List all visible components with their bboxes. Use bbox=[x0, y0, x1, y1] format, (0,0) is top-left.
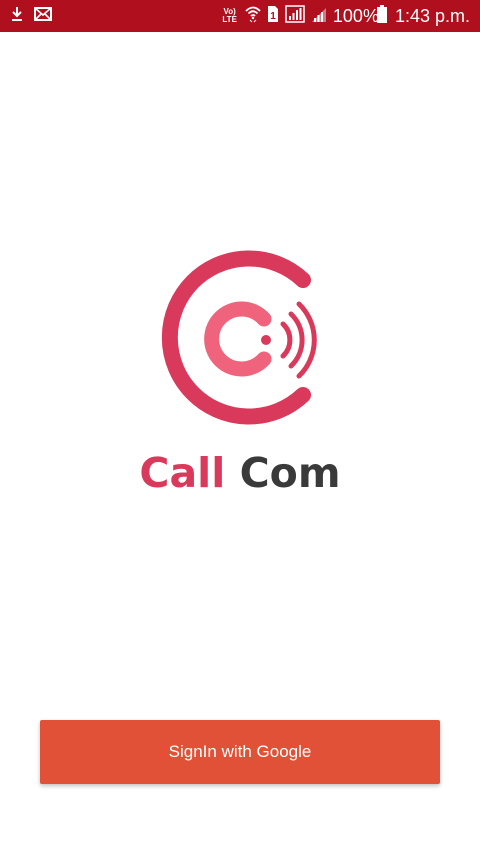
status-notifications bbox=[10, 0, 62, 32]
app-name-com: Com bbox=[239, 449, 341, 497]
signin-google-button[interactable]: SignIn with Google bbox=[40, 720, 440, 784]
app-logo bbox=[140, 240, 340, 430]
status-bar: Vo) LTE 1 100% 1:43 p.m. bbox=[0, 0, 480, 32]
app-name-call: Call bbox=[139, 449, 226, 497]
wifi-icon bbox=[239, 5, 261, 28]
download-icon bbox=[10, 6, 34, 27]
sim-card-icon: 1 bbox=[261, 5, 279, 28]
app-name: Call Com bbox=[0, 446, 480, 500]
splash-screen: Vo) LTE 1 100% 1:43 p.m. Call Com SignIn… bbox=[0, 0, 480, 854]
signal-sim1-icon bbox=[279, 4, 305, 28]
status-indicators: Vo) LTE 1 100% 1:43 p.m. bbox=[222, 0, 470, 32]
mail-icon bbox=[34, 6, 62, 26]
clock: 1:43 p.m. bbox=[394, 5, 470, 26]
battery-percent: 100% bbox=[332, 5, 379, 26]
battery-icon bbox=[376, 4, 387, 28]
svg-text:1: 1 bbox=[270, 11, 276, 22]
signal-sim2-icon bbox=[305, 5, 327, 28]
volte-indicator: Vo) LTE bbox=[222, 7, 237, 24]
